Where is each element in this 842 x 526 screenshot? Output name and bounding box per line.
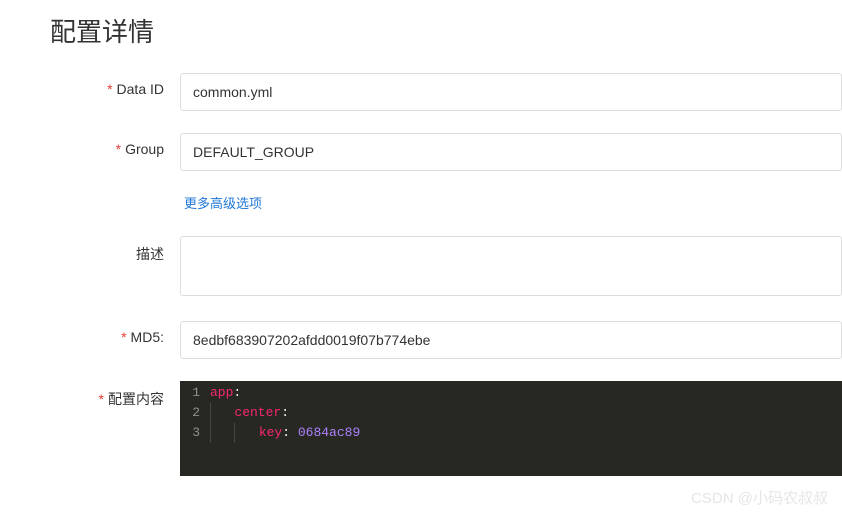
input-group[interactable] <box>180 133 842 171</box>
watermark: CSDN @小码农叔叔 <box>691 487 828 508</box>
page-title: 配置详情 <box>0 0 842 73</box>
advanced-options-link[interactable]: 更多高级选项 <box>180 196 262 211</box>
row-data-id: *Data ID <box>0 73 842 111</box>
label-md5: *MD5: <box>0 321 180 345</box>
line-number: 2 <box>180 403 210 423</box>
label-description: 描述 <box>0 236 180 264</box>
code-line: 3 key: 0684ac89 <box>180 423 842 443</box>
label-data-id: *Data ID <box>0 73 180 97</box>
input-description[interactable] <box>180 236 842 296</box>
row-description: 描述 <box>0 236 842 299</box>
code-editor[interactable]: 1app:2 center:3 key: 0684ac89 <box>180 381 842 476</box>
line-number: 3 <box>180 423 210 443</box>
code-content: app: <box>210 383 842 403</box>
label-group: *Group <box>0 133 180 157</box>
line-number: 1 <box>180 383 210 403</box>
input-md5[interactable] <box>180 321 842 359</box>
row-advanced: 更多高级选项 <box>0 193 842 212</box>
row-group: *Group <box>0 133 842 171</box>
row-content: *配置内容 1app:2 center:3 key: 0684ac89 <box>0 381 842 476</box>
code-content: key: 0684ac89 <box>210 423 842 443</box>
code-content: center: <box>210 403 842 423</box>
input-data-id[interactable] <box>180 73 842 111</box>
label-content: *配置内容 <box>0 381 180 409</box>
code-line: 2 center: <box>180 403 842 423</box>
row-md5: *MD5: <box>0 321 842 359</box>
code-line: 1app: <box>180 383 842 403</box>
